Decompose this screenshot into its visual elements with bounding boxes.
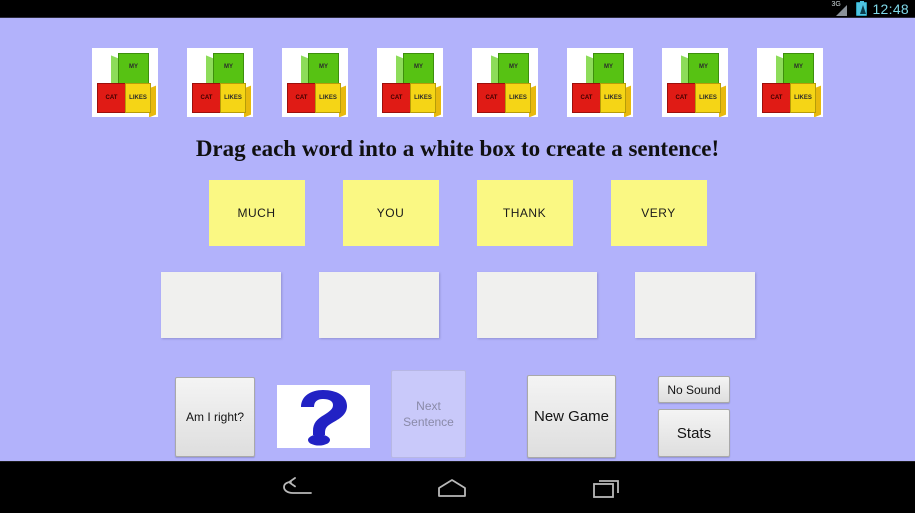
blocks-thumbnail[interactable]: MY CAT LIKES: [377, 48, 443, 117]
yellow-block: LIKES: [695, 83, 721, 113]
red-block: CAT: [97, 83, 126, 113]
instruction-text: Drag each word into a white box to creat…: [195, 136, 720, 161]
word-tile[interactable]: THANK: [476, 180, 573, 246]
back-arrow-icon[interactable]: [252, 462, 342, 513]
green-block: MY: [118, 53, 149, 86]
word-tile[interactable]: YOU: [342, 180, 439, 246]
blocks-thumbnail[interactable]: MY CAT LIKES: [757, 48, 823, 117]
battery-charging-icon: [856, 1, 868, 16]
yellow-block: LIKES: [790, 83, 816, 113]
game-area: MY CAT LIKES MY CAT LIKES MY CAT LIKES M…: [0, 18, 915, 461]
red-block: CAT: [762, 83, 791, 113]
green-block: MY: [783, 53, 814, 86]
blocks-thumbnail[interactable]: MY CAT LIKES: [187, 48, 253, 117]
red-block: CAT: [572, 83, 601, 113]
drop-box[interactable]: [634, 272, 755, 338]
green-block: MY: [593, 53, 624, 86]
status-bar-clock: 12:48: [872, 1, 909, 17]
yellow-block: LIKES: [600, 83, 626, 113]
red-block: CAT: [477, 83, 506, 113]
status-bar-right: 3G 12:48: [831, 0, 909, 18]
next-sentence-label-line1: Next: [416, 399, 441, 413]
red-block: CAT: [667, 83, 696, 113]
stats-button[interactable]: Stats: [658, 409, 730, 457]
question-mark-icon[interactable]: [277, 385, 370, 448]
blocks-thumbnail[interactable]: MY CAT LIKES: [92, 48, 158, 117]
word-tile[interactable]: MUCH: [208, 180, 305, 246]
android-screen: 3G 12:48 MY CAT LIKES MY CAT LIKES MY CA…: [0, 0, 915, 513]
control-row: Am I right? Next Sentence New Game No So…: [0, 358, 915, 458]
red-block: CAT: [287, 83, 316, 113]
red-block: CAT: [382, 83, 411, 113]
green-block: MY: [688, 53, 719, 86]
status-bar: 3G 12:48: [0, 0, 915, 18]
blocks-thumbnail[interactable]: MY CAT LIKES: [472, 48, 538, 117]
no-sound-button[interactable]: No Sound: [658, 376, 730, 403]
yellow-block: LIKES: [505, 83, 531, 113]
thumbnail-row: MY CAT LIKES MY CAT LIKES MY CAT LIKES M…: [0, 48, 915, 117]
green-block: MY: [308, 53, 339, 86]
drop-box-row: [0, 272, 915, 338]
green-block: MY: [403, 53, 434, 86]
yellow-block: LIKES: [315, 83, 341, 113]
green-block: MY: [213, 53, 244, 86]
drop-box[interactable]: [160, 272, 281, 338]
blocks-thumbnail[interactable]: MY CAT LIKES: [567, 48, 633, 117]
blocks-thumbnail[interactable]: MY CAT LIKES: [662, 48, 728, 117]
word-tile-row: MUCH YOU THANK VERY: [0, 180, 915, 246]
signal-triangle-icon: 3G: [831, 1, 851, 16]
red-block: CAT: [192, 83, 221, 113]
green-block: MY: [498, 53, 529, 86]
charging-bolt: [860, 5, 867, 14]
next-sentence-label-line2: Sentence: [403, 415, 454, 429]
yellow-block: LIKES: [125, 83, 151, 113]
drop-box[interactable]: [476, 272, 597, 338]
next-sentence-button[interactable]: Next Sentence: [391, 370, 466, 458]
drop-box[interactable]: [318, 272, 439, 338]
signal-bars: [836, 5, 848, 16]
blocks-thumbnail[interactable]: MY CAT LIKES: [282, 48, 348, 117]
recents-icon[interactable]: [562, 462, 652, 513]
home-icon[interactable]: [407, 462, 497, 513]
yellow-block: LIKES: [220, 83, 246, 113]
yellow-block: LIKES: [410, 83, 436, 113]
word-tile[interactable]: VERY: [610, 180, 707, 246]
navigation-bar: [0, 461, 915, 513]
new-game-button[interactable]: New Game: [527, 375, 616, 458]
am-i-right-button[interactable]: Am I right?: [175, 377, 255, 457]
